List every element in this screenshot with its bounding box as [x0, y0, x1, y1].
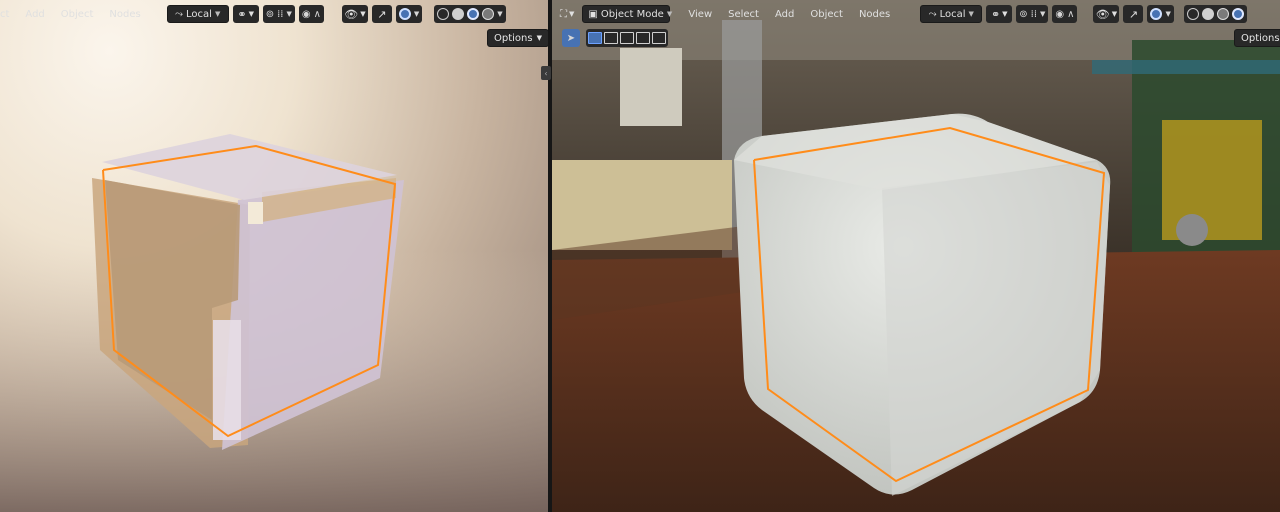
orientation-icon: ⤳: [175, 8, 184, 20]
gizmo-button[interactable]: ↗: [371, 5, 392, 23]
overlay-icon[interactable]: [398, 8, 411, 20]
proportional-edit-icon[interactable]: ◉: [1055, 9, 1064, 20]
eye-icon: 👁: [1095, 7, 1110, 21]
menu-object[interactable]: Object: [55, 5, 100, 23]
magnet-icon[interactable]: ⊚: [266, 9, 274, 20]
select-extend-icon[interactable]: [604, 32, 618, 44]
proportional-group: ◉ ∧: [1052, 5, 1078, 23]
options-dropdown[interactable]: Options: [1234, 29, 1280, 47]
menu-object[interactable]: Object: [804, 5, 849, 23]
select-tool-button[interactable]: ➤: [562, 29, 580, 47]
transform-orientation-dropdown[interactable]: ⤳ Local ▼: [166, 5, 229, 23]
options-label: Options: [494, 32, 533, 44]
options-label: Options: [1241, 32, 1280, 44]
proportional-group: ◉ ∧: [298, 5, 324, 23]
rendered-icon[interactable]: [482, 8, 495, 20]
rendered-icon[interactable]: [1231, 8, 1244, 20]
overlay-group: ▼: [395, 5, 423, 23]
orientation-label: Local: [186, 8, 212, 20]
menu-nodes[interactable]: Nodes: [103, 5, 146, 23]
chevron-down-icon: ▼: [569, 10, 575, 18]
menu-view[interactable]: View: [682, 5, 718, 23]
snap-grid-icon[interactable]: ⁞⁞: [1031, 9, 1037, 20]
overlay-group: ▼: [1147, 5, 1174, 23]
select-new-icon[interactable]: [588, 32, 602, 44]
options-dropdown[interactable]: Options ▼: [487, 29, 548, 47]
material-icon[interactable]: [467, 8, 480, 20]
mode-dropdown[interactable]: ▣ Object Mode ▼: [582, 5, 673, 23]
chevron-down-icon[interactable]: ▼: [414, 10, 419, 18]
chevron-down-icon[interactable]: ▼: [497, 10, 502, 18]
material-icon[interactable]: [1216, 8, 1229, 20]
left-viewport[interactable]: ct Add Object Nodes ⤳ Local ▼ ⚭ ▼ ⊚ ⁞⁞ ▼ …: [0, 0, 548, 512]
select-invert-icon[interactable]: [636, 32, 650, 44]
proportional-edit-icon[interactable]: ◉: [302, 9, 311, 20]
gizmo-icon: ↗: [377, 7, 387, 21]
menu-select[interactable]: ct: [0, 5, 15, 23]
chevron-down-icon: ▼: [214, 10, 221, 18]
transform-orientation-dropdown[interactable]: ⤳ Local ▼: [920, 5, 983, 23]
snap-group: ⊚ ⁞⁞ ▼: [262, 5, 295, 23]
object-mode-icon: ▣: [588, 8, 598, 20]
right-viewport[interactable]: ⛶ ▼ ▣ Object Mode ▼ View Select Add Objec…: [552, 0, 1280, 512]
editor-type-button[interactable]: ⛶ ▼: [556, 5, 578, 23]
menu-nodes[interactable]: Nodes: [853, 5, 896, 23]
snap-group: ⊚ ⁞⁞ ▼: [1016, 5, 1049, 23]
right-scene: [552, 0, 1280, 512]
select-subtract-icon[interactable]: [620, 32, 634, 44]
menu-select[interactable]: Select: [722, 5, 765, 23]
chevron-down-icon: ▼: [666, 10, 673, 18]
chevron-down-icon[interactable]: ▼: [1165, 10, 1170, 18]
visibility-button[interactable]: 👁 ▼: [1093, 5, 1120, 23]
gizmo-button[interactable]: ↗: [1123, 5, 1144, 23]
menu-add[interactable]: Add: [769, 5, 800, 23]
visibility-button[interactable]: 👁 ▼: [341, 5, 368, 23]
sidebar-toggle-icon[interactable]: ‹: [541, 66, 551, 80]
gizmo-icon: ↗: [1128, 7, 1139, 21]
select-intersect-icon[interactable]: [652, 32, 666, 44]
shading-modes: ▼: [434, 5, 506, 23]
shading-modes: [1183, 5, 1247, 23]
right-header: ⛶ ▼ ▣ Object Mode ▼ View Select Add Objec…: [552, 0, 1280, 28]
pivot-point-button[interactable]: ⚭ ▼: [232, 5, 259, 23]
wireframe-icon[interactable]: [437, 8, 450, 20]
falloff-icon[interactable]: ∧: [1067, 9, 1074, 20]
wireframe-icon[interactable]: [1186, 8, 1199, 20]
tool-settings: ➤: [562, 29, 668, 47]
selection-modes: [586, 29, 668, 47]
magnet-icon[interactable]: ⊚: [1019, 9, 1027, 20]
chevron-down-icon: ▼: [968, 10, 974, 18]
eye-icon: 👁: [344, 7, 359, 21]
solid-icon[interactable]: [452, 8, 465, 20]
left-header: ct Add Object Nodes ⤳ Local ▼ ⚭ ▼ ⊚ ⁞⁞ ▼ …: [0, 0, 548, 28]
chevron-down-icon[interactable]: ▼: [286, 10, 291, 18]
cursor-icon: ➤: [566, 32, 576, 44]
orientation-icon: ⤳: [928, 8, 937, 20]
falloff-icon[interactable]: ∧: [314, 9, 321, 20]
viewport-icon: ⛶: [560, 8, 567, 20]
menu-add[interactable]: Add: [19, 5, 50, 23]
solid-icon[interactable]: [1201, 8, 1214, 20]
left-scene: [0, 134, 548, 512]
chevron-down-icon[interactable]: ▼: [1040, 10, 1045, 18]
mode-label: Object Mode: [600, 8, 664, 20]
snap-grid-icon[interactable]: ⁞⁞: [277, 9, 283, 20]
pivot-point-button[interactable]: ⚭ ▼: [986, 5, 1013, 23]
overlay-icon[interactable]: [1150, 8, 1163, 20]
chevron-down-icon: ▼: [536, 34, 542, 42]
orientation-label: Local: [939, 8, 966, 20]
